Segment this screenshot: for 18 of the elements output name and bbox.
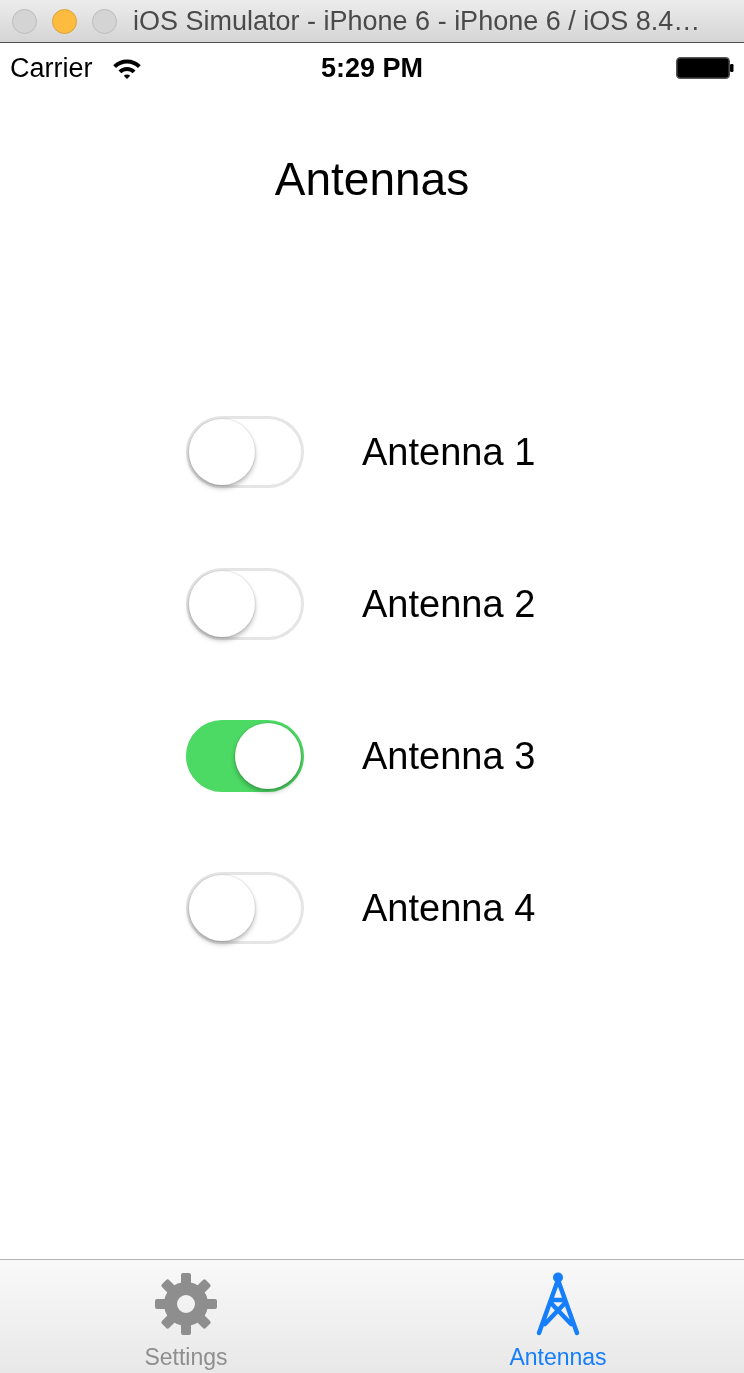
tab-bar-item[interactable]: Antennas — [372, 1260, 744, 1373]
antenna-label: Antenna 3 — [362, 734, 536, 778]
antenna-label: Antenna 4 — [362, 886, 536, 930]
carrier-name: Carrier — [10, 52, 93, 84]
tab-bar-item[interactable]: Settings — [0, 1260, 372, 1373]
status-time: 5:29 PM — [320, 52, 423, 84]
gear-icon — [154, 1272, 218, 1336]
window-control-button[interactable] — [92, 8, 117, 34]
antenna-label: Antenna 1 — [362, 430, 536, 474]
wifi-icon — [112, 57, 141, 79]
window-control-button[interactable] — [52, 8, 77, 34]
battery-icon — [676, 57, 734, 79]
toggle-switch[interactable] — [186, 720, 304, 792]
antenna-label: Antenna 2 — [362, 582, 536, 626]
window-title: iOS Simulator - iPhone 6 - iPhone 6 / iOS 8.4… — [133, 5, 701, 37]
screen-title: Antennas — [273, 152, 471, 207]
window-control-button[interactable] — [12, 8, 37, 34]
antenna-tower-icon — [535, 1272, 581, 1336]
